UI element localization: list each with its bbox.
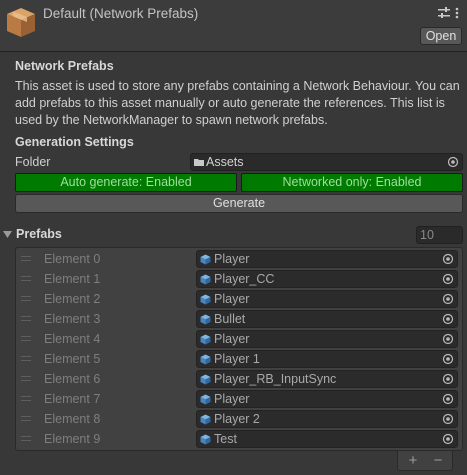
prefab-object-field[interactable]: Player 2 bbox=[196, 410, 458, 428]
prefab-name: Player 1 bbox=[214, 352, 260, 366]
element-label: Element 1 bbox=[44, 272, 101, 286]
object-picker-icon[interactable] bbox=[442, 393, 454, 405]
element-label: Element 7 bbox=[44, 392, 101, 406]
settings-sliders-icon[interactable] bbox=[437, 6, 451, 20]
folder-icon bbox=[194, 159, 204, 166]
object-picker-icon[interactable] bbox=[442, 253, 454, 265]
inspector-header: Default (Network Prefabs) Open bbox=[0, 0, 467, 52]
prefab-cube-icon bbox=[200, 354, 211, 365]
element-label: Element 5 bbox=[44, 352, 101, 366]
object-picker-icon[interactable] bbox=[442, 293, 454, 305]
prefab-cube-icon bbox=[200, 334, 211, 345]
networked-only-toggle[interactable]: Networked only: Enabled bbox=[241, 173, 463, 192]
prefab-cube-icon bbox=[200, 294, 211, 305]
generation-settings-heading: Generation Settings bbox=[15, 135, 134, 149]
element-label: Element 2 bbox=[44, 292, 101, 306]
prefab-name: Player 2 bbox=[214, 412, 260, 426]
prefab-object-field[interactable]: Player_CC bbox=[196, 270, 458, 288]
list-item[interactable]: Element 8 Player 2 bbox=[16, 409, 462, 429]
drag-handle-icon[interactable] bbox=[21, 416, 31, 422]
prefab-object-field[interactable]: Player_RB_InputSync bbox=[196, 370, 458, 388]
prefab-name: Player_CC bbox=[214, 272, 275, 286]
list-item[interactable]: Element 4 Player bbox=[16, 329, 462, 349]
element-label: Element 9 bbox=[44, 432, 101, 446]
generate-button[interactable]: Generate bbox=[15, 194, 463, 213]
object-picker-icon[interactable] bbox=[442, 333, 454, 345]
element-label: Element 4 bbox=[44, 332, 101, 346]
object-picker-icon[interactable] bbox=[442, 373, 454, 385]
prefab-name: Player_RB_InputSync bbox=[214, 372, 337, 386]
foldout-arrow-icon[interactable] bbox=[3, 230, 12, 239]
open-button[interactable]: Open bbox=[420, 27, 462, 45]
list-item[interactable]: Element 7 Player bbox=[16, 389, 462, 409]
list-item[interactable]: Element 6 Player_RB_InputSync bbox=[16, 369, 462, 389]
prefab-name: Player bbox=[214, 252, 250, 266]
object-picker-icon[interactable] bbox=[442, 433, 454, 445]
list-item[interactable]: Element 9 Test bbox=[16, 429, 462, 449]
prefab-name: Player bbox=[214, 292, 250, 306]
list-footer: + − bbox=[397, 451, 453, 471]
prefabs-list: Element 0 Player Element 1 Player_CC Element… bbox=[15, 247, 463, 451]
drag-handle-icon[interactable] bbox=[21, 436, 31, 442]
prefab-object-field[interactable]: Player bbox=[196, 390, 458, 408]
prefab-name: Bullet bbox=[214, 312, 246, 326]
prefab-object-field[interactable]: Test bbox=[196, 430, 458, 448]
drag-handle-icon[interactable] bbox=[21, 276, 31, 282]
list-item[interactable]: Element 1 Player_CC bbox=[16, 269, 462, 289]
prefabs-heading[interactable]: Prefabs bbox=[16, 227, 62, 241]
inspector-title: Default (Network Prefabs) bbox=[43, 6, 199, 21]
list-item[interactable]: Element 5 Player 1 bbox=[16, 349, 462, 369]
prefab-cube-icon bbox=[200, 434, 211, 445]
prefab-name: Player bbox=[214, 332, 250, 346]
drag-handle-icon[interactable] bbox=[21, 256, 31, 262]
drag-handle-icon[interactable] bbox=[21, 396, 31, 402]
prefab-cube-icon bbox=[200, 254, 211, 265]
object-picker-icon[interactable] bbox=[442, 353, 454, 365]
drag-handle-icon[interactable] bbox=[21, 336, 31, 342]
element-label: Element 3 bbox=[44, 312, 101, 326]
add-element-button[interactable]: + bbox=[403, 451, 423, 471]
folder-label: Folder bbox=[15, 155, 51, 169]
more-vertical-icon[interactable] bbox=[453, 6, 461, 20]
prefab-cube-icon bbox=[200, 394, 211, 405]
folder-field[interactable]: Assets bbox=[190, 153, 463, 171]
prefab-cube-icon bbox=[200, 274, 211, 285]
prefabs-count-field[interactable]: 10 bbox=[416, 226, 463, 244]
prefab-cube-icon bbox=[200, 414, 211, 425]
element-label: Element 8 bbox=[44, 412, 101, 426]
drag-handle-icon[interactable] bbox=[21, 316, 31, 322]
prefab-object-field[interactable]: Bullet bbox=[196, 310, 458, 328]
drag-handle-icon[interactable] bbox=[21, 296, 31, 302]
folder-value: Assets bbox=[206, 155, 244, 169]
prefab-object-field[interactable]: Player bbox=[196, 250, 458, 268]
prefab-object-field[interactable]: Player 1 bbox=[196, 350, 458, 368]
list-item[interactable]: Element 0 Player bbox=[16, 249, 462, 269]
object-picker-icon[interactable] bbox=[442, 273, 454, 285]
prefab-box-icon bbox=[7, 8, 35, 37]
prefab-object-field[interactable]: Player bbox=[196, 330, 458, 348]
element-label: Element 6 bbox=[44, 372, 101, 386]
remove-element-button[interactable]: − bbox=[428, 451, 448, 471]
prefab-cube-icon bbox=[200, 374, 211, 385]
element-label: Element 0 bbox=[44, 252, 101, 266]
object-picker-icon[interactable] bbox=[447, 156, 459, 168]
auto-generate-toggle[interactable]: Auto generate: Enabled bbox=[15, 173, 237, 192]
network-prefabs-heading: Network Prefabs bbox=[15, 59, 114, 73]
prefab-cube-icon bbox=[200, 314, 211, 325]
prefab-object-field[interactable]: Player bbox=[196, 290, 458, 308]
list-item[interactable]: Element 3 Bullet bbox=[16, 309, 462, 329]
list-item[interactable]: Element 2 Player bbox=[16, 289, 462, 309]
prefab-name: Test bbox=[214, 432, 237, 446]
drag-handle-icon[interactable] bbox=[21, 356, 31, 362]
object-picker-icon[interactable] bbox=[442, 313, 454, 325]
network-prefabs-description: This asset is used to store any prefabs … bbox=[15, 79, 460, 127]
prefab-name: Player bbox=[214, 392, 250, 406]
drag-handle-icon[interactable] bbox=[21, 376, 31, 382]
object-picker-icon[interactable] bbox=[442, 413, 454, 425]
